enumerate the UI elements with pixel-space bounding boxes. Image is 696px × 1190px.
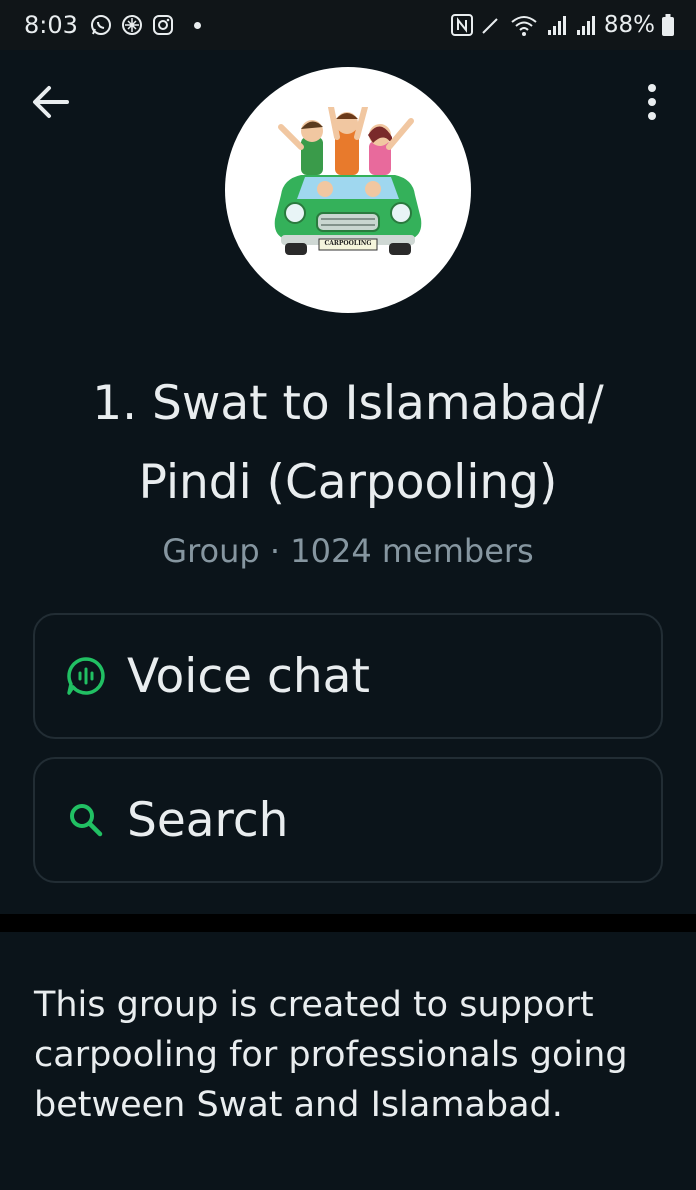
status-time: 8:03 [24, 11, 78, 39]
group-members-count[interactable]: Group · 1024 members [0, 532, 696, 570]
back-button[interactable] [28, 80, 72, 124]
arrow-left-icon [33, 86, 69, 118]
status-bar-right: 88% [450, 12, 674, 38]
status-bar-left: 8:03 [24, 11, 201, 39]
group-title-line-1: 1. Swat to Islamabad/ [92, 376, 604, 431]
notification-dot-icon [193, 21, 201, 29]
voice-chat-button[interactable]: Voice chat [33, 613, 663, 739]
battery-icon [662, 14, 674, 36]
pen-icon [480, 14, 502, 36]
wifi-icon [509, 13, 539, 37]
status-bar: 8:03 88% [0, 0, 696, 50]
search-icon [63, 797, 109, 843]
instagram-icon [151, 13, 175, 37]
more-vertical-icon [648, 84, 656, 120]
nfc-icon [450, 13, 473, 37]
group-title: 1. Swat to Islamabad/ Pindi (Carpooling) [20, 364, 676, 522]
group-title-line-2: Pindi (Carpooling) [138, 455, 558, 510]
voice-chat-icon [63, 653, 109, 699]
section-divider [0, 914, 696, 932]
voice-chat-label: Voice chat [127, 648, 370, 704]
group-avatar[interactable]: CARPOOLING [225, 67, 471, 313]
avatar-caption: CARPOOLING [324, 240, 372, 247]
more-options-button[interactable] [634, 80, 670, 124]
group-info-screen: 8:03 88% CARPOOLING 1. Swat to Islamabad… [0, 0, 696, 1190]
group-description[interactable]: This group is created to support carpool… [34, 980, 674, 1130]
search-label: Search [127, 792, 289, 848]
battery-percentage: 88% [603, 12, 655, 38]
signal-icon [546, 14, 568, 36]
search-button[interactable]: Search [33, 757, 663, 883]
whatsapp-icon [89, 13, 113, 37]
signal-icon [575, 14, 597, 36]
chatgpt-icon [120, 13, 144, 37]
carpooling-car-icon: CARPOOLING [261, 104, 435, 277]
